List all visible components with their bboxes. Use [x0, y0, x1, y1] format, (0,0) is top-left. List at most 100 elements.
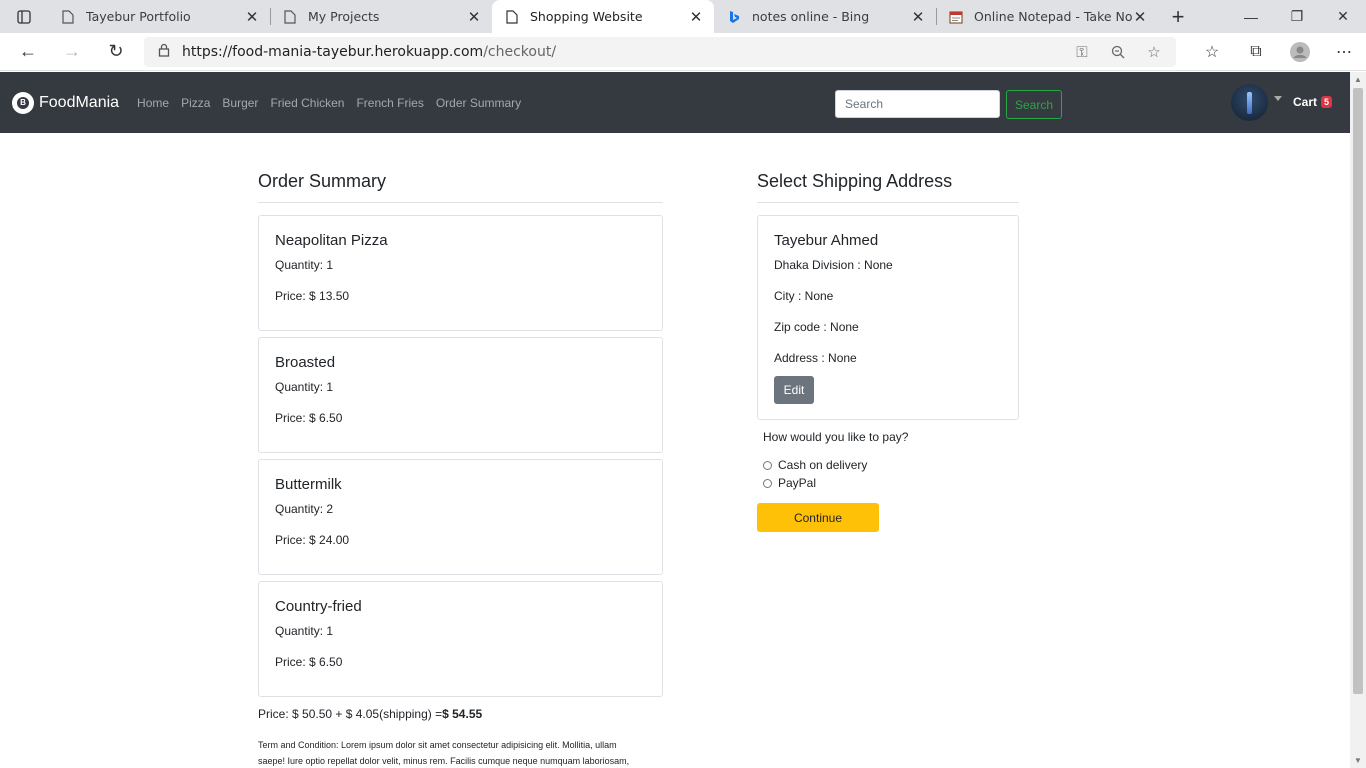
browser-tab[interactable]: Online Notepad - Take Notes ✕ [936, 0, 1158, 33]
nav-link-french-fries[interactable]: French Fries [356, 96, 423, 110]
item-price: Price: $ 24.00 [275, 533, 350, 547]
division-line: Dhaka Division : None [774, 258, 893, 272]
notepad-icon [948, 9, 964, 25]
close-icon[interactable]: ✕ [466, 8, 482, 26]
tab-title: Shopping Website [530, 9, 643, 24]
item-quantity: Quantity: 1 [275, 380, 334, 394]
nav-link-burger[interactable]: Burger [222, 96, 258, 110]
search-input[interactable] [835, 90, 1000, 118]
item-quantity: Quantity: 1 [275, 258, 334, 272]
address-line: Address : None [774, 351, 857, 365]
collections-icon[interactable]: ⧉ [1234, 33, 1278, 71]
add-favorite-icon[interactable]: ☆ [1136, 43, 1172, 61]
chevron-down-icon[interactable] [1274, 96, 1282, 101]
url-host: https://food-mania-tayebur.herokuapp.com [182, 44, 484, 60]
more-icon[interactable]: ⋯ [1322, 33, 1366, 71]
restore-icon[interactable]: ❐ [1274, 0, 1320, 33]
item-name: Buttermilk [275, 476, 342, 493]
close-icon[interactable]: ✕ [688, 8, 704, 26]
brand[interactable]: B FoodMania [12, 91, 120, 114]
payment-question: How would you like to pay? [763, 430, 909, 444]
address-bar-row: ← → ↻ https://food-mania-tayebur.herokua… [0, 33, 1366, 71]
total-value: $ 54.55 [442, 707, 483, 721]
item-quantity: Quantity: 1 [275, 624, 334, 638]
order-item-card: Country-fried Quantity: 1 Price: $ 6.50 [258, 581, 663, 697]
item-quantity: Quantity: 2 [275, 502, 334, 516]
search-form: Search [835, 90, 1062, 119]
close-icon[interactable]: ✕ [910, 8, 926, 26]
url-bar[interactable]: https://food-mania-tayebur.herokuapp.com… [144, 37, 1176, 67]
tab-actions-icon[interactable] [0, 0, 48, 33]
new-tab-icon[interactable]: + [1158, 0, 1198, 33]
page-content: B FoodMania Home Pizza Burger Fried Chic… [0, 72, 1350, 768]
browser-tab[interactable]: Tayebur Portfolio ✕ [48, 0, 270, 33]
edit-address-button[interactable]: Edit [774, 376, 814, 404]
lock-icon [158, 43, 172, 61]
nav-link-home[interactable]: Home [137, 96, 169, 110]
zip-line: Zip code : None [774, 320, 859, 334]
zoom-icon[interactable] [1100, 45, 1136, 59]
browser-tab[interactable]: notes online - Bing ✕ [714, 0, 936, 33]
url-path: /checkout/ [483, 44, 557, 60]
nav-link-fried-chicken[interactable]: Fried Chicken [270, 96, 344, 110]
page-icon [60, 9, 76, 25]
browser-tab[interactable]: My Projects ✕ [270, 0, 492, 33]
order-item-card: Neapolitan Pizza Quantity: 1 Price: $ 13… [258, 215, 663, 331]
search-button[interactable]: Search [1006, 90, 1062, 119]
tab-title: Online Notepad - Take Notes [974, 9, 1132, 24]
scroll-up-icon[interactable]: ▲ [1354, 75, 1362, 84]
page-icon [504, 9, 520, 25]
nav-links: Home Pizza Burger Fried Chicken French F… [137, 96, 533, 110]
nav-link-pizza[interactable]: Pizza [181, 96, 210, 110]
close-window-icon[interactable]: ✕ [1320, 0, 1366, 33]
order-total: Price: $ 50.50 + $ 4.05(shipping) =$ 54.… [258, 707, 663, 721]
close-icon[interactable]: ✕ [1132, 8, 1148, 26]
cart-count-badge: 5 [1321, 96, 1333, 108]
cart-label: Cart [1293, 95, 1318, 109]
forward-icon[interactable]: → [50, 33, 94, 71]
page-scrollbar[interactable]: ▲ ▼ [1350, 72, 1366, 768]
tab-title: Tayebur Portfolio [86, 9, 191, 24]
scrollbar-thumb[interactable] [1353, 88, 1363, 694]
page-icon [282, 9, 298, 25]
order-item-card: Buttermilk Quantity: 2 Price: $ 24.00 [258, 459, 663, 575]
logo-icon: B [12, 91, 34, 114]
cart-link[interactable]: Cart 5 [1293, 95, 1333, 109]
radio-button[interactable] [763, 478, 772, 488]
terms-line: Term and Condition: Lorem ipsum dolor si… [258, 740, 617, 750]
item-price: Price: $ 13.50 [275, 289, 350, 303]
refresh-icon[interactable]: ↻ [94, 33, 138, 71]
key-icon[interactable]: ⚿ [1064, 43, 1100, 61]
avatar[interactable] [1231, 84, 1268, 121]
payment-option-cod[interactable]: Cash on delivery [763, 458, 1019, 472]
radio-button[interactable] [763, 460, 772, 470]
terms-text: Term and Condition: Lorem ipsum dolor si… [258, 737, 658, 768]
scroll-down-icon[interactable]: ▼ [1354, 756, 1362, 765]
tab-title: notes online - Bing [752, 9, 870, 24]
payment-option-paypal[interactable]: PayPal [763, 476, 1019, 490]
favorites-icon[interactable]: ☆ [1190, 33, 1234, 71]
payment-option-label: PayPal [778, 476, 817, 490]
close-icon[interactable]: ✕ [244, 8, 260, 26]
address-card: Tayebur Ahmed Dhaka Division : None City… [757, 215, 1019, 420]
item-price: Price: $ 6.50 [275, 655, 343, 669]
item-name: Broasted [275, 354, 336, 371]
payment-option-label: Cash on delivery [778, 458, 868, 472]
bing-icon [726, 9, 742, 25]
order-summary-section: Order Summary Neapolitan Pizza Quantity:… [258, 171, 663, 768]
nav-link-order-summary[interactable]: Order Summary [436, 96, 521, 110]
shipping-section: Select Shipping Address Tayebur Ahmed Dh… [757, 171, 1019, 532]
back-icon[interactable]: ← [6, 33, 50, 71]
site-navbar: B FoodMania Home Pizza Burger Fried Chic… [0, 72, 1350, 133]
minimize-icon[interactable]: — [1228, 0, 1274, 33]
browser-tab-bar: Tayebur Portfolio ✕ My Projects ✕ Shoppi… [0, 0, 1366, 33]
terms-line: saepe! Iure optio repellat dolor velit, … [258, 756, 630, 766]
profile-icon[interactable] [1278, 33, 1322, 71]
browser-tab-active[interactable]: Shopping Website ✕ [492, 0, 714, 33]
item-name: Neapolitan Pizza [275, 232, 388, 249]
shipping-heading: Select Shipping Address [757, 171, 953, 191]
continue-button[interactable]: Continue [757, 503, 879, 532]
tab-title: My Projects [308, 9, 380, 24]
brand-name: FoodMania [39, 93, 120, 111]
customer-name: Tayebur Ahmed [774, 232, 879, 249]
